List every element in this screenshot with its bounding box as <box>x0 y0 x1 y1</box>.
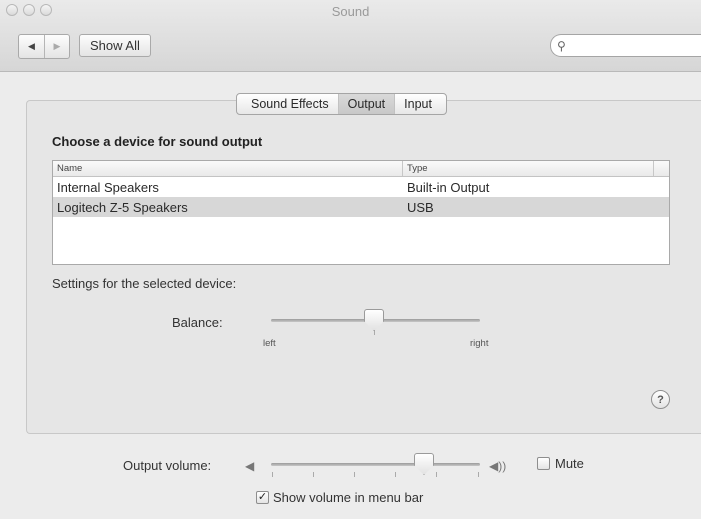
window-titlebar: Sound ◀ ▶ Show All ⚲ <box>0 0 701 72</box>
device-type: Built-in Output <box>407 179 490 195</box>
balance-left-label: left <box>263 338 276 349</box>
column-header-name[interactable]: Name <box>53 161 403 176</box>
device-list-heading: Choose a device for sound output <box>52 134 263 149</box>
volume-ticks <box>272 472 479 478</box>
table-row[interactable]: Internal Speakers Built-in Output <box>53 177 669 197</box>
show-all-button[interactable]: Show All <box>79 34 151 57</box>
header-corner <box>654 161 669 176</box>
back-button[interactable]: ◀ <box>19 35 44 58</box>
mute-label: Mute <box>555 456 584 471</box>
search-input[interactable] <box>569 38 690 53</box>
balance-label: Balance: <box>172 315 223 330</box>
mute-checkbox[interactable]: Mute <box>537 456 584 471</box>
tab-input[interactable]: Input <box>394 94 446 114</box>
tab-output[interactable]: Output <box>337 94 395 114</box>
tab-sound-effects[interactable]: Sound Effects <box>237 94 338 114</box>
navigation-buttons: ◀ ▶ <box>18 34 70 59</box>
output-volume-slider-track[interactable] <box>271 463 480 466</box>
selected-device-settings-label: Settings for the selected device: <box>52 276 237 291</box>
show-volume-in-menu-bar-checkbox[interactable]: ✓ Show volume in menu bar <box>256 490 423 505</box>
show-volume-label: Show volume in menu bar <box>273 490 424 505</box>
output-volume-label: Output volume: <box>123 458 212 473</box>
column-header-type[interactable]: Type <box>403 161 654 176</box>
device-name: Internal Speakers <box>57 179 159 195</box>
forward-button[interactable]: ▶ <box>44 35 69 58</box>
device-name: Logitech Z-5 Speakers <box>57 199 188 215</box>
mute-checkbox-box[interactable] <box>537 457 550 470</box>
device-type: USB <box>407 199 434 215</box>
speaker-high-icon: ◀)) <box>489 459 507 473</box>
forward-arrow-icon: ▶ <box>53 41 61 51</box>
search-field[interactable]: ⚲ <box>550 34 701 57</box>
output-panel <box>26 100 701 434</box>
balance-right-label: right <box>470 338 489 349</box>
speaker-low-icon: ◀ <box>245 459 255 473</box>
back-arrow-icon: ◀ <box>28 41 35 51</box>
show-volume-checkbox-box[interactable]: ✓ <box>256 491 269 504</box>
window-title: Sound <box>331 4 370 19</box>
search-icon: ⚲ <box>557 38 566 53</box>
question-mark-icon: ? <box>657 393 664 406</box>
checkmark-icon: ✓ <box>257 491 268 503</box>
tab-bar: Sound Effects Output Input <box>236 93 447 115</box>
output-device-table: Name Type Internal Speakers Built-in Out… <box>52 160 670 265</box>
table-row-selected[interactable]: Logitech Z-5 Speakers USB <box>53 197 669 217</box>
table-header: Name Type <box>53 161 669 177</box>
help-button[interactable]: ? <box>651 390 670 409</box>
